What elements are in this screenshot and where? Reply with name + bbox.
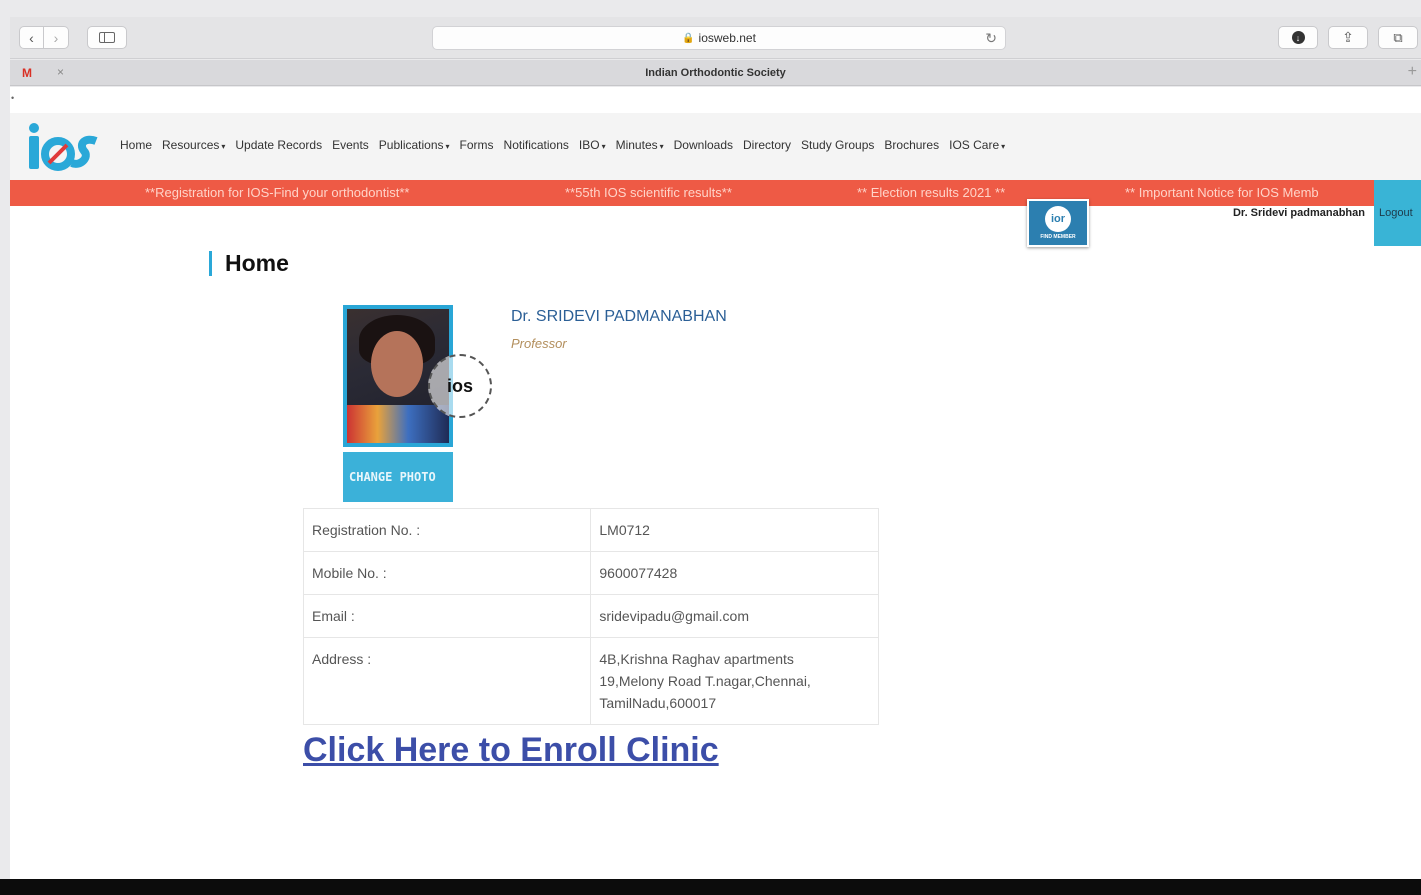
back-button[interactable]: ‹ xyxy=(19,26,44,49)
detail-value: sridevipadu@gmail.com xyxy=(590,594,879,638)
new-tab-icon[interactable]: + xyxy=(1408,63,1417,81)
nav-item-label: Resources xyxy=(162,138,220,152)
web-page: • Home Resources ▾ Update Records Events Publ… xyxy=(10,87,1421,879)
page-corner-mark: • xyxy=(11,93,15,103)
member-designation: Professor xyxy=(511,336,567,351)
nav-item-publications[interactable]: Publications ▾ xyxy=(379,138,450,152)
find-member-button[interactable]: ior FIND MEMBER xyxy=(1027,199,1089,247)
ticker-item[interactable]: ** Important Notice for IOS Memb xyxy=(1125,185,1319,200)
reload-icon[interactable]: ↻ xyxy=(985,30,997,47)
tab-bar: M × Indian Orthodontic Society + xyxy=(10,60,1421,86)
browser-window: ‹ › 🔒 iosweb.net ↻ ↓ ⇪ ⧉ M × Indian Orth… xyxy=(0,0,1421,895)
downloads-button[interactable]: ↓ xyxy=(1278,26,1318,49)
sidebar-toggle-button[interactable] xyxy=(87,26,127,49)
enroll-clinic-link[interactable]: Click Here to Enroll Clinic xyxy=(303,731,719,770)
detail-value: LM0712 xyxy=(590,508,879,552)
chevron-right-icon: › xyxy=(53,29,59,46)
detail-value: 9600077428 xyxy=(590,551,879,595)
find-member-icon: ior xyxy=(1045,206,1071,232)
browser-toolbar: ‹ › 🔒 iosweb.net ↻ ↓ ⇪ ⧉ xyxy=(10,17,1421,59)
detail-label: Mobile No. : xyxy=(302,551,592,595)
chevron-left-icon: ‹ xyxy=(29,29,34,46)
address-line: TamilNadu,600017 xyxy=(599,695,717,711)
ticker-item[interactable]: **Registration for IOS-Find your orthodo… xyxy=(145,185,409,200)
download-icon: ↓ xyxy=(1291,31,1305,44)
nav-item-label: Study Groups xyxy=(801,138,875,152)
table-row: Address : 4B,Krishna Raghav apartments 1… xyxy=(302,637,879,725)
nav-item-notifications[interactable]: Notifications xyxy=(504,138,569,152)
table-row: Email : sridevipadu@gmail.com xyxy=(302,594,879,638)
sidebar-icon xyxy=(99,32,115,43)
address-line: 4B,Krishna Raghav apartments xyxy=(599,651,794,667)
nav-item-resources[interactable]: Resources ▾ xyxy=(162,138,225,152)
nav-item-label: Brochures xyxy=(884,138,940,152)
ticker-item[interactable]: ** Election results 2021 ** xyxy=(857,185,1005,200)
share-button[interactable]: ⇪ xyxy=(1328,26,1368,49)
detail-value: 4B,Krishna Raghav apartments 19,Melony R… xyxy=(590,637,879,725)
table-row: Mobile No. : 9600077428 xyxy=(302,551,879,595)
ticker-item[interactable]: **55th IOS scientific results** xyxy=(565,185,732,200)
chevron-down-icon: ▾ xyxy=(601,142,606,151)
nav-item-label: Downloads xyxy=(673,138,734,152)
news-ticker: **Registration for IOS-Find your orthodo… xyxy=(10,180,1421,206)
certification-seal: ios xyxy=(428,354,492,418)
detail-label: Address : xyxy=(302,637,592,725)
nav-item-events[interactable]: Events xyxy=(332,138,369,152)
nav-item-label: Notifications xyxy=(503,138,569,152)
forward-button[interactable]: › xyxy=(44,26,69,49)
nav-item-home[interactable]: Home xyxy=(120,138,152,152)
nav-item-label: IBO xyxy=(578,138,600,152)
table-row: Registration No. : LM0712 xyxy=(302,508,879,552)
nav-item-label: Directory xyxy=(743,138,792,152)
footer-bar xyxy=(0,879,1421,895)
window-top-strip xyxy=(0,0,1421,17)
nav-item-label: IOS Care xyxy=(949,138,1000,152)
nav-item-brochures[interactable]: Brochures xyxy=(884,138,939,152)
chevron-down-icon: ▾ xyxy=(659,142,664,151)
logged-in-user: Dr. Sridevi padmanabhan xyxy=(1232,207,1365,219)
share-icon: ⇪ xyxy=(1342,29,1354,45)
address-line: 19,Melony Road T.nagar,Chennai, xyxy=(599,673,811,689)
nav-item-minutes[interactable]: Minutes ▾ xyxy=(616,138,664,152)
nav-item-directory[interactable]: Directory xyxy=(743,138,791,152)
member-name: Dr. SRIDEVI PADMANABHAN xyxy=(511,308,727,325)
member-details-table: Registration No. : LM0712 Mobile No. : 9… xyxy=(302,508,879,725)
nav-item-study-groups[interactable]: Study Groups xyxy=(801,138,874,152)
chevron-down-icon: ▾ xyxy=(1001,142,1006,151)
nav-item-label: Update Records xyxy=(235,138,323,152)
nav-item-label: Forms xyxy=(459,138,494,152)
nav-item-label: Home xyxy=(120,138,153,152)
nav-item-downloads[interactable]: Downloads xyxy=(674,138,733,152)
address-bar[interactable]: 🔒 iosweb.net ↻ xyxy=(432,26,1006,50)
site-header: Home Resources ▾ Update Records Events Public… xyxy=(10,113,1421,180)
nav-item-update-records[interactable]: Update Records xyxy=(235,138,322,152)
tab-active[interactable]: Indian Orthodontic Society xyxy=(10,67,1421,79)
tab-overview-button[interactable]: ⧉ xyxy=(1378,26,1418,49)
ios-logo[interactable] xyxy=(26,121,100,171)
tabs-icon: ⧉ xyxy=(1393,29,1403,45)
find-member-label: FIND MEMBER xyxy=(1040,234,1076,240)
detail-label: Registration No. : xyxy=(302,508,592,552)
lock-icon: 🔒 xyxy=(682,32,695,44)
logout-button[interactable]: Logout xyxy=(1374,180,1421,246)
url-text: iosweb.net xyxy=(698,31,756,45)
chevron-down-icon: ▾ xyxy=(445,142,450,151)
chevron-down-icon: ▾ xyxy=(221,142,226,151)
detail-label: Email : xyxy=(302,594,592,638)
change-photo-button[interactable]: CHANGE PHOTO xyxy=(343,452,453,502)
main-nav: Home Resources ▾ Update Records Events Public… xyxy=(120,138,1015,152)
nav-item-ibo[interactable]: IBO ▾ xyxy=(579,138,606,152)
nav-item-label: Events xyxy=(332,138,369,152)
nav-item-ios-care[interactable]: IOS Care ▾ xyxy=(949,138,1005,152)
nav-item-label: Publications xyxy=(378,138,444,152)
page-title: Home xyxy=(209,251,289,276)
nav-item-forms[interactable]: Forms xyxy=(460,138,494,152)
nav-item-label: Minutes xyxy=(615,138,658,152)
